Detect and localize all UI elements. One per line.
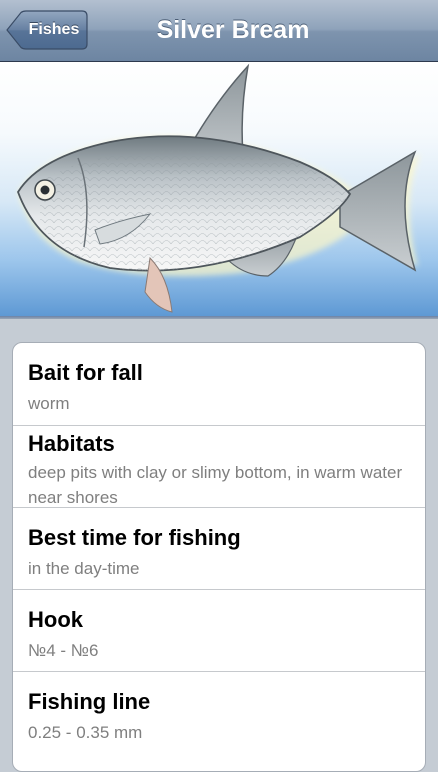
- navigation-bar: Fishes Silver Bream: [0, 0, 438, 62]
- detail-row-bait[interactable]: Bait for fall worm: [13, 343, 425, 426]
- hero-divider: [0, 316, 438, 319]
- detail-value: deep pits with clay or slimy bottom, in …: [28, 463, 403, 507]
- fish-illustration: [0, 62, 438, 316]
- detail-row-habitats[interactable]: Habitats deep pits with clay or slimy bo…: [13, 426, 425, 508]
- detail-value: worm: [28, 394, 70, 413]
- detail-label: Best time for fishing: [28, 525, 241, 550]
- page-title: Silver Bream: [156, 16, 310, 44]
- details-table: Bait for fall worm Habitats deep pits wi…: [12, 342, 426, 772]
- detail-row-hook[interactable]: Hook №4 - №6: [13, 590, 425, 672]
- detail-label: Hook: [28, 607, 83, 632]
- detail-label: Fishing line: [28, 689, 151, 714]
- detail-label: Habitats: [28, 431, 115, 456]
- detail-row-fishing-line[interactable]: Fishing line 0.25 - 0.35 mm: [13, 672, 425, 771]
- detail-value: №4 - №6: [28, 641, 99, 660]
- silver-bream-image: [17, 63, 420, 313]
- detail-value: 0.25 - 0.35 mm: [28, 723, 143, 742]
- detail-value: in the day-time: [28, 559, 140, 578]
- detail-label: Bait for fall: [28, 360, 143, 385]
- detail-row-best-time[interactable]: Best time for fishing in the day-time: [13, 508, 425, 590]
